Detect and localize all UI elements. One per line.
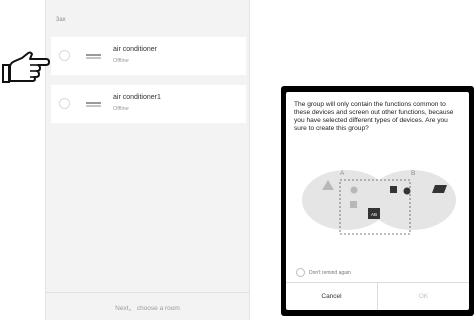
device-row[interactable]: air conditioner1 Offline [51,85,246,123]
section-label: 3ax [56,17,66,23]
next-button-label: Next， choose a room [115,304,180,312]
dialog-actions: Cancel OK [286,282,469,310]
circle-shape-icon [403,187,411,195]
device-select-radio[interactable] [59,50,70,61]
device-selection-screen: 3ax air conditioner Offline air conditio… [45,0,250,320]
dont-remind-option[interactable]: Don't remind again [296,268,351,277]
air-conditioner-icon [86,102,101,107]
set-a-label: A [340,170,345,177]
device-status: Offline [113,58,129,64]
ok-button[interactable]: OK [378,283,469,310]
device-select-radio[interactable] [59,98,70,109]
dont-remind-checkbox[interactable] [296,268,305,277]
device-name: air conditioner [113,46,157,53]
circle-shape-icon [350,186,358,194]
air-conditioner-icon [86,54,101,59]
square-shape-icon [350,201,357,208]
create-group-dialog: The group will only contain the function… [286,92,469,310]
dialog-message: The group will only contain the function… [294,101,454,132]
dialog-phone-screen: The group will only contain the function… [281,86,474,316]
square-shape-icon [390,186,397,193]
hand-pointer-icon [2,51,50,83]
set-b-label: B [411,170,415,177]
dont-remind-label: Don't remind again [309,269,351,276]
device-row[interactable]: air conditioner Offline [51,37,246,75]
cancel-button[interactable]: Cancel [286,283,378,310]
device-name: air conditioner1 [113,94,161,101]
set-b-ellipse [368,170,456,230]
device-status: Offline [113,106,129,112]
next-choose-room-button[interactable]: Next， choose a room [46,292,249,320]
ab-label: AB [371,212,377,217]
common-functions-diagram: A B AB [302,170,456,235]
